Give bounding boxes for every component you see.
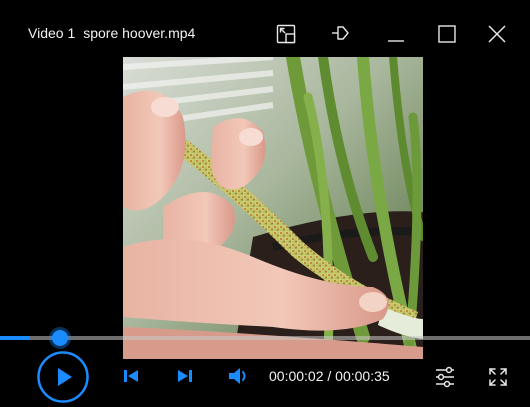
title-bar[interactable]: Video 1 spore hoover.mp4 — [0, 0, 530, 56]
video-frame[interactable] — [123, 57, 423, 359]
play-icon — [36, 350, 90, 404]
playback-time: 00:00:02 / 00:00:35 — [269, 368, 390, 384]
settings-sliders-icon — [434, 366, 456, 388]
total-time: 00:00:35 — [335, 368, 390, 384]
time-separator: / — [323, 368, 336, 384]
current-time: 00:00:02 — [269, 368, 324, 384]
fullscreen-button[interactable] — [485, 364, 511, 390]
minimize-icon — [385, 23, 407, 45]
title-prefix: Video 1 — [28, 25, 76, 41]
window-title: Video 1 spore hoover.mp4 — [28, 25, 195, 41]
compact-overlay-button[interactable] — [271, 20, 301, 48]
volume-icon — [227, 366, 251, 386]
close-icon — [486, 23, 508, 45]
pin-icon — [330, 23, 352, 45]
skip-next-icon — [176, 368, 194, 384]
fullscreen-icon — [487, 366, 509, 388]
next-button[interactable] — [174, 365, 196, 387]
video-frame-image — [123, 57, 423, 359]
seek-track[interactable] — [0, 336, 530, 340]
volume-button[interactable] — [226, 364, 252, 388]
seek-thumb[interactable] — [52, 330, 68, 346]
maximize-icon — [436, 23, 458, 45]
video-player-window: Video 1 spore hoover.mp4 00:00:02 / 00:0… — [0, 0, 530, 407]
previous-button[interactable] — [120, 365, 142, 387]
seek-bar[interactable] — [0, 330, 530, 346]
skip-previous-icon — [122, 368, 140, 384]
close-button[interactable] — [482, 20, 512, 48]
seek-progress-fill — [0, 336, 30, 340]
maximize-button[interactable] — [432, 20, 462, 48]
pin-button[interactable] — [326, 20, 356, 48]
compact-overlay-icon — [275, 23, 297, 45]
settings-button[interactable] — [432, 364, 458, 390]
play-button[interactable] — [36, 350, 90, 404]
file-name: spore hoover.mp4 — [83, 25, 196, 41]
minimize-button[interactable] — [381, 20, 411, 48]
